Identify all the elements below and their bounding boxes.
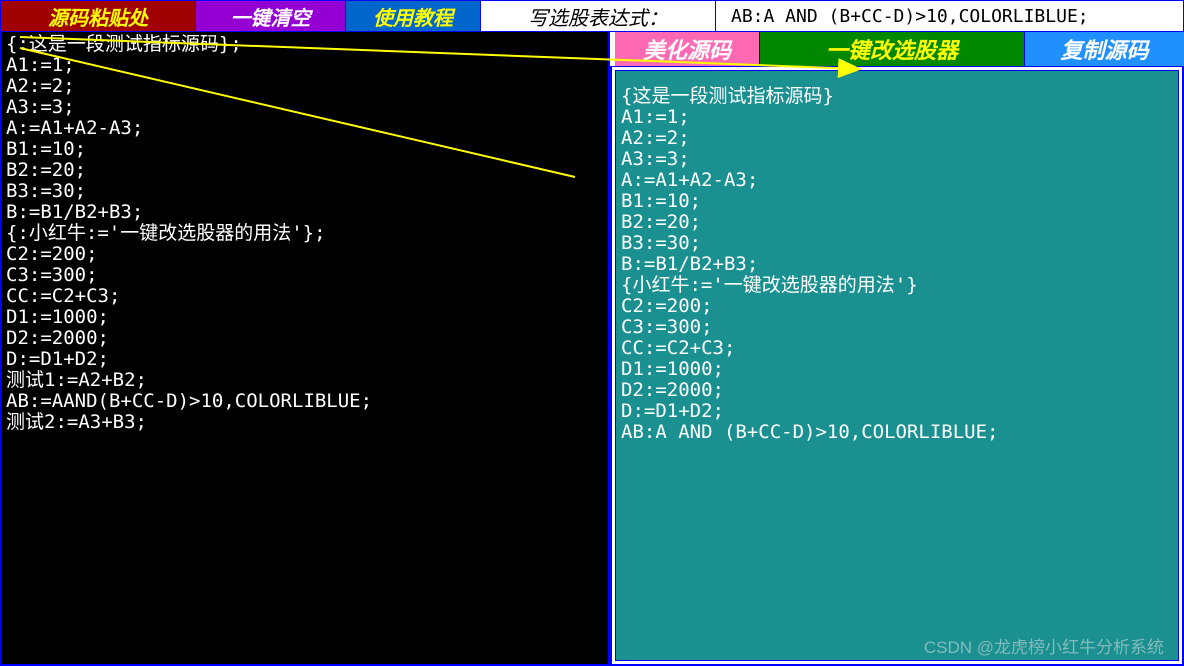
source-code-text[interactable]: {:这是一段测试指标源码}; A1:=1; A2:=2; A3:=3; A:=A… xyxy=(2,32,608,435)
right-toolbar: 美化源码 一键改选股器 复制源码 xyxy=(610,32,1184,67)
expression-input[interactable]: AB:A AND (B+CC-D)>10,COLORLIBLUE; xyxy=(716,1,1183,31)
right-side: 美化源码 一键改选股器 复制源码 {这是一段测试指标源码} A1:=1; A2:… xyxy=(610,32,1184,666)
source-code-panel[interactable]: {:这是一段测试指标源码}; A1:=1; A2:=2; A3:=3; A:=A… xyxy=(0,32,610,666)
output-panel-wrapper: {这是一段测试指标源码} A1:=1; A2:=2; A3:=3; A:=A1+… xyxy=(610,67,1184,666)
expression-label: 写选股表达式： xyxy=(481,1,716,31)
clear-button[interactable]: 一键清空 xyxy=(196,1,346,31)
output-panel[interactable]: {这是一段测试指标源码} A1:=1; A2:=2; A3:=3; A:=A1+… xyxy=(615,70,1179,661)
tutorial-button[interactable]: 使用教程 xyxy=(346,1,481,31)
copy-source-button[interactable]: 复制源码 xyxy=(1025,32,1184,66)
main-area: {:这是一段测试指标源码}; A1:=1; A2:=2; A3:=3; A:=A… xyxy=(0,32,1184,666)
watermark-text: CSDN @龙虎榜小红牛分析系统 xyxy=(924,633,1164,658)
paste-source-button[interactable]: 源码粘贴处 xyxy=(1,1,196,31)
top-toolbar: 源码粘贴处 一键清空 使用教程 写选股表达式： AB:A AND (B+CC-D… xyxy=(0,0,1184,32)
beautify-button[interactable]: 美化源码 xyxy=(615,32,760,66)
convert-stock-selector-button[interactable]: 一键改选股器 xyxy=(760,32,1025,66)
output-code-text: {这是一段测试指标源码} A1:=1; A2:=2; A3:=3; A:=A1+… xyxy=(621,86,1173,443)
